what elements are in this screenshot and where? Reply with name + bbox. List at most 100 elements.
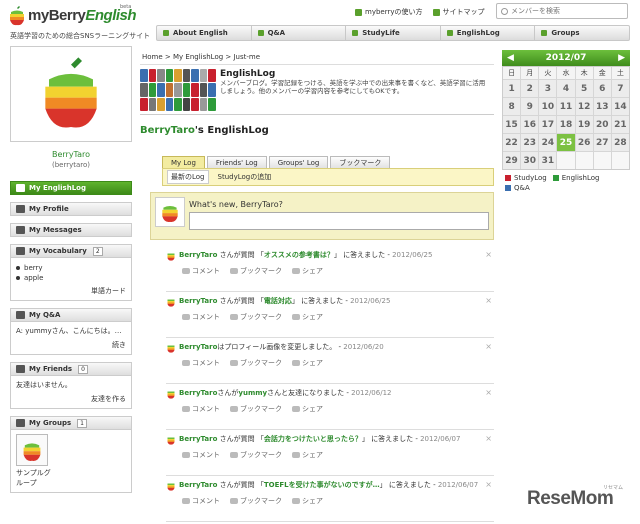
calendar-day[interactable]: 6: [593, 80, 611, 97]
calendar-day[interactable]: 17: [539, 116, 557, 133]
nav-studylife[interactable]: StudyLife: [346, 26, 441, 40]
sidebar-item-profile[interactable]: My Profile: [10, 202, 132, 216]
calendar-day[interactable]: 9: [521, 98, 539, 115]
calendar-day[interactable]: 10: [539, 98, 557, 115]
breadcrumb[interactable]: Home > My EnglishLog > Just-me: [140, 50, 494, 65]
sidebar-item-friends[interactable]: My Friends 0: [10, 362, 132, 376]
feed-user[interactable]: BerryTaro: [179, 389, 217, 397]
comment-button[interactable]: コメント: [182, 266, 220, 276]
calendar-day[interactable]: 5: [575, 80, 593, 97]
calendar-day[interactable]: 15: [503, 116, 521, 133]
post-textarea[interactable]: [189, 212, 489, 230]
next-month-icon[interactable]: ▶: [618, 53, 625, 63]
close-icon[interactable]: ×: [485, 342, 492, 351]
feed-user[interactable]: BerryTaro: [179, 297, 217, 305]
calendar-day[interactable]: 14: [611, 98, 629, 115]
profile-avatar[interactable]: [10, 46, 132, 142]
feed-question-link[interactable]: 電話対応: [264, 297, 292, 305]
calendar-day[interactable]: 22: [503, 134, 521, 151]
sidebar-item-messages[interactable]: My Messages: [10, 223, 132, 237]
calendar-day[interactable]: 4: [557, 80, 575, 97]
sidebar-item-vocabulary[interactable]: My Vocabulary 2: [10, 244, 132, 258]
sidebar-item-englishlog[interactable]: My EnglishLog: [10, 181, 132, 195]
sitemap-link[interactable]: サイトマップ: [432, 7, 485, 17]
calendar-day[interactable]: 2: [521, 80, 539, 97]
nav-groups[interactable]: Groups: [535, 26, 629, 40]
site-logo[interactable]: myBerryEnglish beta: [8, 4, 138, 30]
calendar-day[interactable]: 16: [521, 116, 539, 133]
feed-avatar-icon[interactable]: [166, 481, 176, 491]
calendar-day[interactable]: 1: [503, 80, 521, 97]
calendar-day[interactable]: 27: [593, 134, 611, 151]
share-button[interactable]: シェア: [292, 266, 323, 276]
calendar-day[interactable]: 11: [557, 98, 575, 115]
tab-groups-log[interactable]: Groups' Log: [268, 156, 329, 168]
bookmark-button[interactable]: ブックマーク: [230, 404, 282, 414]
calendar-day[interactable]: 13: [593, 98, 611, 115]
make-friends-link[interactable]: 友達を作る: [16, 394, 126, 404]
feed-question-link[interactable]: オススメの参考書は？: [264, 251, 334, 259]
feed-avatar-icon[interactable]: [166, 297, 176, 307]
close-icon[interactable]: ×: [485, 388, 492, 397]
nav-englishlog[interactable]: EnglishLog: [441, 26, 536, 40]
group-thumbnail[interactable]: [16, 434, 48, 466]
calendar-day[interactable]: 31: [539, 152, 557, 169]
group-name[interactable]: サンプルグループ: [16, 468, 56, 488]
search-input[interactable]: [511, 7, 621, 15]
close-icon[interactable]: ×: [485, 296, 492, 305]
calendar-day[interactable]: 19: [575, 116, 593, 133]
tab-bookmarks[interactable]: ブックマーク: [330, 156, 391, 168]
calendar-day[interactable]: 21: [611, 116, 629, 133]
close-icon[interactable]: ×: [485, 250, 492, 259]
comment-button[interactable]: コメント: [182, 450, 220, 460]
share-button[interactable]: シェア: [292, 450, 323, 460]
prev-month-icon[interactable]: ◀: [507, 53, 514, 63]
close-icon[interactable]: ×: [485, 480, 492, 489]
feed-question-link[interactable]: yummy: [238, 389, 267, 397]
calendar-day[interactable]: 25: [557, 134, 575, 151]
feed-avatar-icon[interactable]: [166, 343, 176, 353]
subtab-add-studylog[interactable]: StudyLogの追加: [215, 171, 275, 183]
profile-name[interactable]: BerryTaro: [10, 150, 132, 159]
nav-about-english[interactable]: About English: [157, 26, 252, 40]
howto-link[interactable]: myberryの使い方: [355, 7, 423, 17]
close-icon[interactable]: ×: [485, 434, 492, 443]
calendar-day[interactable]: 28: [611, 134, 629, 151]
bookmark-button[interactable]: ブックマーク: [230, 450, 282, 460]
bookmark-button[interactable]: ブックマーク: [230, 496, 282, 506]
sidebar-item-qa[interactable]: My Q&A: [10, 308, 132, 322]
search-icon[interactable]: [501, 7, 508, 15]
sidebar-item-groups[interactable]: My Groups 1: [10, 416, 132, 430]
bookmark-button[interactable]: ブックマーク: [230, 266, 282, 276]
subtab-latest[interactable]: 最新のLog: [167, 170, 209, 184]
share-button[interactable]: シェア: [292, 358, 323, 368]
feed-user[interactable]: BerryTaro: [179, 251, 217, 259]
bookmark-button[interactable]: ブックマーク: [230, 358, 282, 368]
calendar-day[interactable]: 26: [575, 134, 593, 151]
share-button[interactable]: シェア: [292, 496, 323, 506]
nav-qa[interactable]: Q&A: [252, 26, 347, 40]
share-button[interactable]: シェア: [292, 312, 323, 322]
calendar-day[interactable]: 29: [503, 152, 521, 169]
calendar-day[interactable]: 18: [557, 116, 575, 133]
vocab-cards-link[interactable]: 単語カード: [16, 286, 126, 296]
calendar-day[interactable]: 3: [539, 80, 557, 97]
feed-avatar-icon[interactable]: [166, 435, 176, 445]
tab-friends-log[interactable]: Friends' Log: [206, 156, 267, 168]
feed-user[interactable]: BerryTaro: [179, 435, 217, 443]
share-button[interactable]: シェア: [292, 404, 323, 414]
feed-question-link[interactable]: TOEFLを受けた事がないのですが…: [264, 481, 380, 489]
calendar-day[interactable]: 20: [593, 116, 611, 133]
tab-my-log[interactable]: My Log: [162, 156, 205, 168]
bookmark-button[interactable]: ブックマーク: [230, 312, 282, 322]
comment-button[interactable]: コメント: [182, 358, 220, 368]
calendar-day[interactable]: 7: [611, 80, 629, 97]
feed-user[interactable]: BerryTaro: [179, 481, 217, 489]
feed-avatar-icon[interactable]: [166, 251, 176, 261]
calendar-day[interactable]: 30: [521, 152, 539, 169]
comment-button[interactable]: コメント: [182, 312, 220, 322]
calendar-day[interactable]: 8: [503, 98, 521, 115]
calendar-day[interactable]: 12: [575, 98, 593, 115]
feed-question-link[interactable]: 会話力をつけたいと思ったら？: [264, 435, 362, 443]
qa-more-link[interactable]: 続き: [16, 340, 126, 350]
